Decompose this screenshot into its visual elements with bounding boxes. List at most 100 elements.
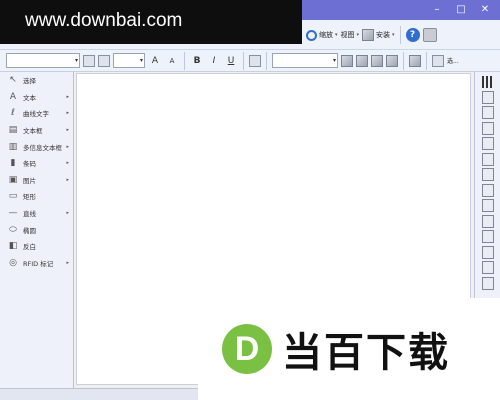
barcode-icon: ▮ <box>10 158 16 169</box>
zoom-label: 缩放 <box>319 31 333 39</box>
more-label[interactable]: 选... <box>447 52 459 70</box>
font-settings-icon[interactable] <box>83 54 95 67</box>
align-left-icon[interactable] <box>481 90 494 104</box>
install-label: 安装 <box>376 31 391 39</box>
user-icon[interactable] <box>422 28 437 42</box>
tool-item[interactable]: — 直线 ▸ <box>0 205 73 222</box>
zoom-icon <box>306 29 317 41</box>
tool-label: 文本 <box>23 93 36 102</box>
chevron-right-icon[interactable]: ▸ <box>66 160 69 166</box>
object-ungroup-icon[interactable] <box>409 54 421 67</box>
distribute-vertical-icon[interactable] <box>481 199 494 212</box>
logo-overlay: D 当百下载 <box>198 298 500 400</box>
help-icon[interactable]: ? <box>405 28 420 42</box>
align-icon[interactable] <box>249 54 261 67</box>
tool-item[interactable]: ▤ 文本框 ▸ <box>0 122 73 139</box>
grow-font-button[interactable]: A <box>148 53 162 68</box>
shrink-font-button[interactable]: A <box>165 53 179 68</box>
rotate-icon[interactable] <box>432 54 444 67</box>
maximize-button[interactable]: □ <box>450 3 472 17</box>
tool-item[interactable]: ▣ 图片 ▸ <box>0 172 73 189</box>
toolbox-panel: ↖ 选择 A 文本 ▸ ℓ 曲线文字 ▸ ▤ 文本框 ▸ ▥ 多信息文本框 ▸ ▮ 条码 ▸ ▣ 图片 ▸ ▭ 矩形 — 直线… <box>0 72 74 388</box>
chevron-right-icon[interactable]: ▸ <box>66 127 69 133</box>
tool-label: 文本框 <box>23 127 43 136</box>
tool-item[interactable]: ↖ 选择 <box>0 72 73 89</box>
italic-button[interactable]: I <box>207 53 221 68</box>
tool-item[interactable]: ▥ 多信息文本框 ▸ <box>0 138 73 155</box>
tool-label: 图片 <box>23 176 36 185</box>
rich-textbox-icon: ▥ <box>8 141 18 152</box>
chevron-right-icon[interactable]: ▸ <box>66 210 69 216</box>
toolbar-separator <box>403 51 404 70</box>
send-backward-icon[interactable] <box>481 245 494 259</box>
align-middle-icon[interactable] <box>481 152 494 166</box>
tool-label: RFID 标记 <box>23 259 54 268</box>
window-controls: – □ ✕ <box>426 0 496 20</box>
ungroup-icon[interactable] <box>481 276 494 290</box>
chevron-down-icon: ▾ <box>74 57 78 64</box>
object-group-icon[interactable] <box>386 54 398 67</box>
toolbar-separator <box>426 51 427 70</box>
view-button[interactable]: 视图 ▾ <box>341 26 360 44</box>
align-bottom-icon[interactable] <box>481 168 494 181</box>
close-button[interactable]: ✕ <box>474 3 496 17</box>
cursor-icon: ↖ <box>9 75 17 86</box>
toolbar-separator <box>184 51 185 70</box>
line-icon: — <box>8 208 18 219</box>
chevron-down-icon: ▾ <box>335 32 338 38</box>
logo-mark: D <box>222 324 272 374</box>
object-front-icon[interactable] <box>356 54 368 67</box>
line-style-select[interactable]: ▾ <box>272 53 338 68</box>
text-icon: A <box>9 91 17 102</box>
install-icon <box>362 29 375 41</box>
object-back-icon[interactable] <box>371 54 383 67</box>
tool-item[interactable]: ℓ 曲线文字 ▸ <box>0 105 73 122</box>
toolbar-separator <box>266 51 267 70</box>
logo-text: 当百下载 <box>282 330 450 376</box>
tool-label: 选择 <box>23 77 36 86</box>
format-toolbar: ▾ ▾ A A B I U ▾ 选... <box>0 50 500 72</box>
align-right-icon[interactable] <box>481 121 494 135</box>
font-name-select[interactable]: ▾ <box>6 53 80 68</box>
font-size-select[interactable]: ▾ <box>113 53 145 68</box>
chevron-right-icon[interactable]: ▸ <box>66 144 69 150</box>
object-icon[interactable] <box>341 54 353 67</box>
zoom-button[interactable]: 缩放 ▾ <box>306 26 338 44</box>
bring-forward-icon[interactable] <box>481 230 494 243</box>
chevron-right-icon[interactable]: ▸ <box>66 260 69 266</box>
rotate-left-icon[interactable] <box>481 214 494 228</box>
tool-item[interactable]: A 文本 ▸ <box>0 89 73 106</box>
chevron-right-icon[interactable]: ▸ <box>66 110 69 116</box>
bold-button[interactable]: B <box>190 53 204 68</box>
paste-format-icon[interactable] <box>98 54 110 67</box>
textbox-icon: ▤ <box>8 125 18 136</box>
chevron-down-icon: ▾ <box>392 32 395 38</box>
tool-label: 多信息文本框 <box>23 143 62 152</box>
tool-item[interactable]: ⬭ 椭圆 <box>0 221 73 238</box>
group-icon[interactable] <box>481 261 494 274</box>
ellipse-icon: ⬭ <box>9 224 17 235</box>
tool-label: 反白 <box>23 243 36 252</box>
align-top-icon[interactable] <box>481 137 494 150</box>
curve-text-icon: ℓ <box>11 108 15 119</box>
distribute-horizontal-icon[interactable] <box>481 183 494 197</box>
minimize-button[interactable]: – <box>426 3 448 17</box>
tool-item[interactable]: ◧ 反白 <box>0 238 73 255</box>
tool-label: 直线 <box>23 210 36 219</box>
toolbar-separator <box>399 26 401 44</box>
tool-label: 曲线文字 <box>23 110 49 119</box>
chevron-right-icon[interactable]: ▸ <box>66 177 69 183</box>
chevron-down-icon: ▾ <box>332 57 336 64</box>
toolbar-separator <box>243 51 244 70</box>
view-label: 视图 <box>340 31 355 39</box>
install-button[interactable]: 安装 ▾ <box>362 26 395 44</box>
underline-button[interactable]: U <box>224 53 238 68</box>
tool-item[interactable]: ▮ 条码 ▸ <box>0 155 73 172</box>
tool-item[interactable]: ◎ RFID 标记 ▸ <box>0 255 73 272</box>
rectangle-icon: ▭ <box>8 191 18 202</box>
panel-grip-icon[interactable] <box>481 76 494 88</box>
chevron-right-icon[interactable]: ▸ <box>66 94 69 100</box>
align-center-icon[interactable] <box>481 106 494 119</box>
tool-item[interactable]: ▭ 矩形 <box>0 188 73 205</box>
watermark-text: www.downbai.com <box>25 10 183 31</box>
